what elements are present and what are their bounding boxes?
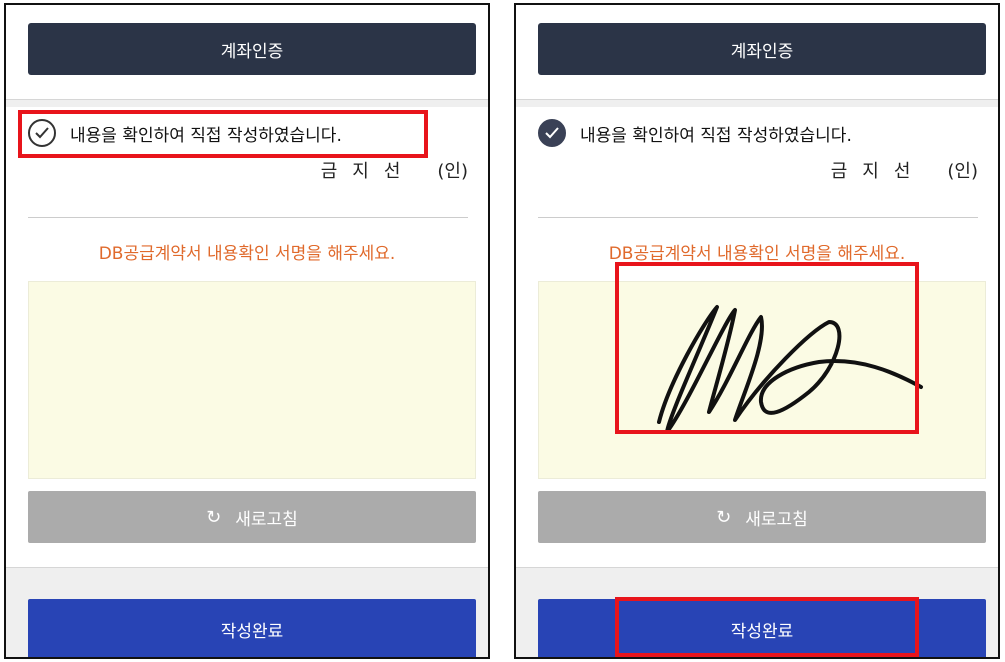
signer-name-row: 금지선 (인) (321, 157, 468, 183)
account-auth-label: 계좌인증 (730, 41, 794, 62)
signature-pad[interactable] (538, 281, 986, 479)
left-panel: 계좌인증 내용을 확인하여 직접 작성하였습니다. 금지선 (인) DB공급계약… (4, 3, 490, 659)
account-auth-button[interactable]: 계좌인증 (28, 23, 476, 75)
right-panel: 계좌인증 내용을 확인하여 직접 작성하였습니다. 금지선 (인) DB공급계약… (514, 3, 1000, 659)
section-divider (6, 99, 488, 107)
complete-button[interactable]: 작성완료 (28, 599, 476, 657)
refresh-button[interactable]: ↻ 새로고침 (28, 491, 476, 543)
refresh-label: 새로고침 (235, 509, 298, 530)
signer-name: 금지선 (320, 161, 416, 182)
complete-button[interactable]: 작성완료 (538, 599, 986, 657)
check-circle-icon[interactable] (28, 119, 56, 147)
account-auth-label: 계좌인증 (220, 41, 284, 62)
confirm-checkbox-row[interactable]: 내용을 확인하여 직접 작성하였습니다. (28, 119, 342, 147)
refresh-button[interactable]: ↻ 새로고침 (538, 491, 986, 543)
confirm-text: 내용을 확인하여 직접 작성하였습니다. (580, 125, 852, 146)
refresh-icon: ↻ (206, 506, 222, 528)
seal-text: (인) (947, 161, 978, 182)
seal-text: (인) (437, 161, 468, 182)
refresh-icon: ↻ (716, 506, 732, 528)
sign-instruction: DB공급계약서 내용확인 서명을 해주세요. (98, 244, 396, 264)
refresh-label: 새로고침 (745, 509, 808, 530)
confirm-text: 내용을 확인하여 직접 작성하였습니다. (70, 125, 342, 146)
check-circle-icon[interactable] (538, 119, 566, 147)
complete-label: 작성완료 (220, 621, 284, 642)
confirm-checkbox-row[interactable]: 내용을 확인하여 직접 작성하였습니다. (538, 119, 852, 147)
signature-pad[interactable] (28, 281, 476, 479)
sign-instruction: DB공급계약서 내용확인 서명을 해주세요. (608, 244, 906, 264)
complete-label: 작성완료 (730, 621, 794, 642)
signer-name-row: 금지선 (인) (831, 157, 978, 183)
section-divider (516, 99, 998, 107)
account-auth-button[interactable]: 계좌인증 (538, 23, 986, 75)
signer-name: 금지선 (830, 161, 926, 182)
signature-drawing (657, 305, 923, 434)
divider (538, 217, 978, 218)
divider (28, 217, 468, 218)
